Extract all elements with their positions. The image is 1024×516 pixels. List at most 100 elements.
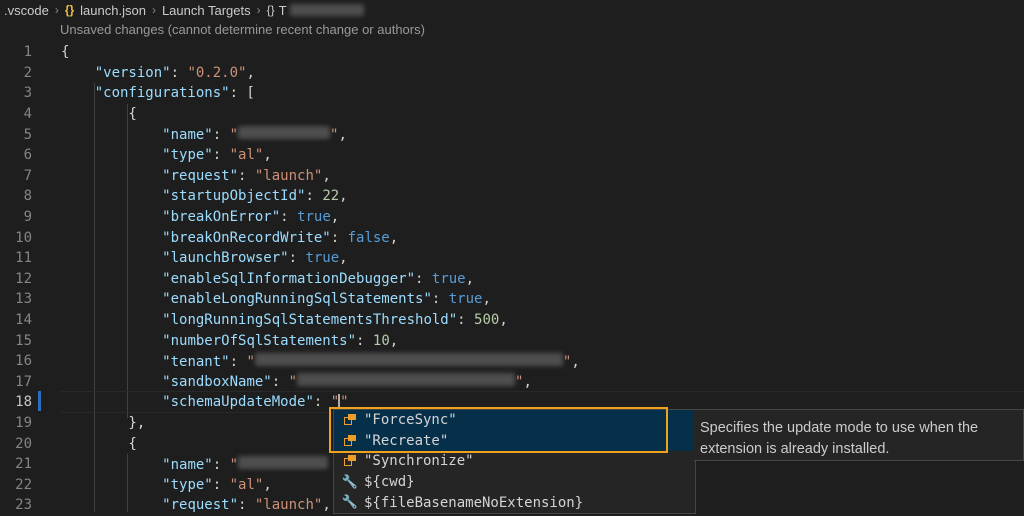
redacted-text <box>297 373 516 387</box>
code-text: { <box>61 44 70 61</box>
code-text: "sandboxName": " ", <box>162 373 532 391</box>
breadcrumb-item-vscode[interactable]: .vscode <box>4 3 49 18</box>
json-boolean: true <box>448 291 483 308</box>
code-text: "request": "launch", <box>162 497 331 514</box>
json-string: "launch" <box>254 497 323 514</box>
line-number: 20 <box>15 435 32 452</box>
breadcrumb: .vscode › {} launch.json › Launch Targets… <box>0 0 1024 20</box>
json-key: "enableSqlInformationDebugger" <box>162 270 416 287</box>
breadcrumb-item-launch-json[interactable]: {} launch.json <box>65 3 146 18</box>
object-icon: {} <box>266 3 275 17</box>
suggestion-label: ${cwd} <box>364 474 415 491</box>
suggestion-item-file-basename[interactable]: 🔧 ${fileBasenameNoExtension} <box>334 492 695 513</box>
json-string: "al" <box>229 147 264 164</box>
breadcrumb-item-object[interactable]: {} T <box>267 3 364 18</box>
redacted-text <box>238 126 331 140</box>
line-number: 21 <box>15 456 32 473</box>
code-text: "enableSqlInformationDebugger": true, <box>162 270 475 287</box>
line-number: 19 <box>15 415 32 432</box>
breadcrumb-item-launch-targets[interactable]: Launch Targets <box>162 3 251 18</box>
enum-member-icon <box>342 434 358 447</box>
json-key: "startupObjectId" <box>162 188 306 205</box>
code-text: "breakOnRecordWrite": false, <box>162 229 399 246</box>
chevron-right-icon: › <box>54 3 59 17</box>
code-text: "version": "0.2.0", <box>94 64 255 81</box>
code-text: "enableLongRunningSqlStatements": true, <box>162 291 491 308</box>
line-number: 9 <box>23 209 32 226</box>
json-key: "schemaUpdateMode" <box>162 394 314 411</box>
code-line: 2 "version": "0.2.0", <box>0 63 1024 84</box>
suggestion-item-synchronize[interactable]: "Synchronize" <box>334 451 695 472</box>
breadcrumb-label: .vscode <box>4 2 49 18</box>
line-number: 18 <box>15 394 32 411</box>
code-line: 17 "sandboxName": " ", <box>0 372 1024 393</box>
code-text: "request": "launch", <box>162 167 331 184</box>
code-line: 12 "enableSqlInformationDebugger": true, <box>0 269 1024 290</box>
line-number: 23 <box>15 497 32 514</box>
json-key: "name" <box>162 127 213 144</box>
code-line: 10 "breakOnRecordWrite": false, <box>0 227 1024 248</box>
suggestion-label: "Recreate" <box>364 432 449 449</box>
enum-member-icon <box>342 455 358 467</box>
code-line: 16 "tenant": " ", <box>0 351 1024 372</box>
suggestion-item-cwd[interactable]: 🔧 ${cwd} <box>334 472 695 493</box>
line-number: 5 <box>23 126 32 143</box>
json-number: 500 <box>474 312 500 329</box>
line-number: 1 <box>23 44 32 61</box>
code-line: 13 "enableLongRunningSqlStatements": tru… <box>0 289 1024 310</box>
line-number: 17 <box>15 373 32 390</box>
code-text: }, <box>61 415 146 432</box>
json-key: "longRunningSqlStatementsThreshold" <box>162 312 458 329</box>
json-boolean: true <box>305 250 340 267</box>
json-key: "tenant" <box>162 353 230 370</box>
json-key: "sandboxName" <box>162 374 272 391</box>
code-text: { <box>61 435 137 452</box>
json-icon: {} <box>64 3 75 17</box>
code-line: 14 "longRunningSqlStatementsThreshold": … <box>0 310 1024 331</box>
json-boolean: true <box>431 270 466 287</box>
code-text: "longRunningSqlStatementsThreshold": 500… <box>162 312 508 329</box>
code-line: 4 { <box>0 104 1024 125</box>
line-number: 4 <box>23 106 32 123</box>
json-string: "launch" <box>254 167 323 184</box>
json-number: 22 <box>322 188 340 205</box>
line-number: 12 <box>15 270 32 287</box>
code-text: { <box>61 106 137 123</box>
code-text: "name": " ", <box>162 126 347 144</box>
wrench-icon: 🔧 <box>341 474 359 490</box>
enum-member-icon <box>342 414 358 426</box>
suggest-widget[interactable]: "ForceSync" "Recreate" "Synchronize" 🔧 $… <box>333 409 696 514</box>
code-line: 6 "type": "al", <box>0 145 1024 166</box>
code-text: "tenant": " ", <box>162 352 580 370</box>
json-key: "request" <box>162 167 239 184</box>
codelens-unsaved-changes[interactable]: Unsaved changes (cannot determine recent… <box>60 22 425 37</box>
line-number: 2 <box>23 64 32 81</box>
code-line: 8 "startupObjectId": 22, <box>0 186 1024 207</box>
json-key: "breakOnError" <box>162 209 281 226</box>
suggestion-item-forcesync[interactable]: "ForceSync" <box>334 410 695 431</box>
breadcrumb-label: T <box>278 2 287 18</box>
suggestion-item-recreate[interactable]: "Recreate" <box>334 430 695 452</box>
line-number: 14 <box>15 312 32 329</box>
json-number: 10 <box>372 332 390 349</box>
code-line: 9 "breakOnError": true, <box>0 207 1024 228</box>
line-number: 15 <box>15 332 32 349</box>
json-key: "version" <box>94 64 171 81</box>
code-text: "type": "al", <box>162 476 272 493</box>
breadcrumb-label: launch.json <box>80 2 146 18</box>
redacted-text <box>254 352 563 366</box>
redacted-text <box>238 455 329 469</box>
json-key: "enableLongRunningSqlStatements" <box>162 291 432 308</box>
line-number: 13 <box>15 291 32 308</box>
code-line: 7 "request": "launch", <box>0 166 1024 187</box>
json-key: "configurations" <box>94 85 230 102</box>
suggestion-details: Specifies the update mode to use when th… <box>694 409 1024 461</box>
redacted-text <box>289 4 364 16</box>
code-line: 15 "numberOfSqlStatements": 10, <box>0 330 1024 351</box>
line-number: 6 <box>23 147 32 164</box>
json-key: "name" <box>162 456 213 473</box>
suggestion-label: "Synchronize" <box>364 453 474 470</box>
line-number: 10 <box>15 229 32 246</box>
breadcrumb-label: Launch Targets <box>161 2 251 18</box>
code-text: "schemaUpdateMode": "" <box>162 394 349 411</box>
